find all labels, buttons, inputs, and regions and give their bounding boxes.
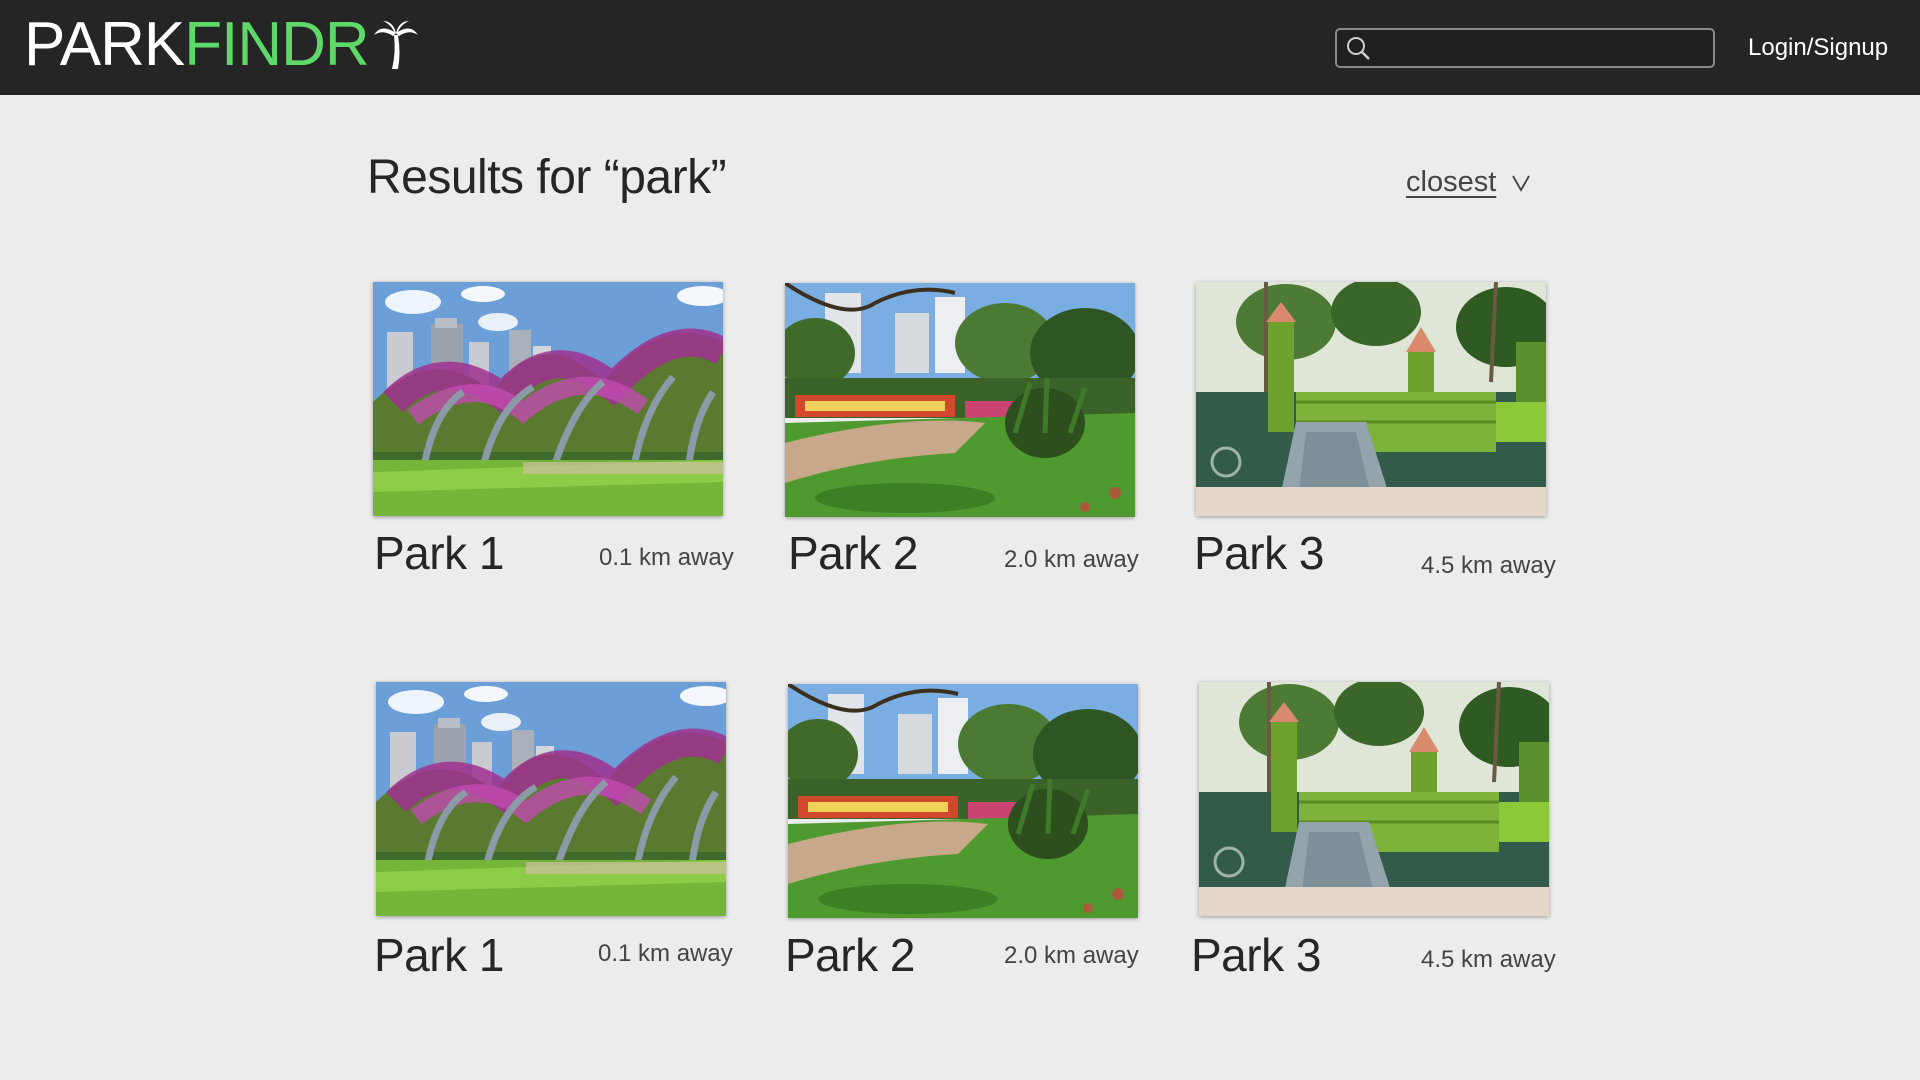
results-title: Results for “park” [367,151,727,204]
chevron-down-icon [1512,175,1531,192]
park-name[interactable]: Park 1 [374,526,504,580]
sort-dropdown[interactable]: closest [1406,166,1531,199]
top-bar: PARK FINDR Login/Signup [0,0,1920,95]
sort-label: closest [1406,166,1497,198]
search-input[interactable] [1379,35,1713,61]
park-photo-image [1196,282,1546,516]
logo[interactable]: PARK FINDR [24,10,419,80]
park-photo-image [1199,682,1549,916]
park-distance: 2.0 km away [1004,942,1139,969]
park-name[interactable]: Park 1 [374,928,504,982]
park-name[interactable]: Park 2 [788,526,918,580]
park-distance: 0.1 km away [599,544,734,571]
login-signup-link[interactable]: Login/Signup [1748,34,1888,62]
park-name[interactable]: Park 2 [785,928,915,982]
park-photo[interactable] [1199,682,1549,916]
search-icon[interactable] [1345,35,1371,61]
park-photo-image [785,283,1135,517]
park-photo-image [373,282,723,516]
park-photo-image [376,682,726,916]
search-box[interactable] [1335,28,1715,68]
park-photo[interactable] [788,684,1138,918]
park-photo[interactable] [1196,282,1546,516]
park-name[interactable]: Park 3 [1194,526,1324,580]
logo-text-park: PARK [24,10,185,79]
logo-text-findr: FINDR [184,10,369,79]
park-distance: 2.0 km away [1004,546,1139,573]
park-photo[interactable] [376,682,726,916]
park-distance: 0.1 km away [598,940,733,967]
park-distance: 4.5 km away [1421,946,1556,973]
palm-tree-icon [373,21,418,69]
park-distance: 4.5 km away [1421,552,1556,579]
park-name[interactable]: Park 3 [1191,928,1321,982]
park-photo[interactable] [785,283,1135,517]
park-photo-image [788,684,1138,918]
park-photo[interactable] [373,282,723,516]
